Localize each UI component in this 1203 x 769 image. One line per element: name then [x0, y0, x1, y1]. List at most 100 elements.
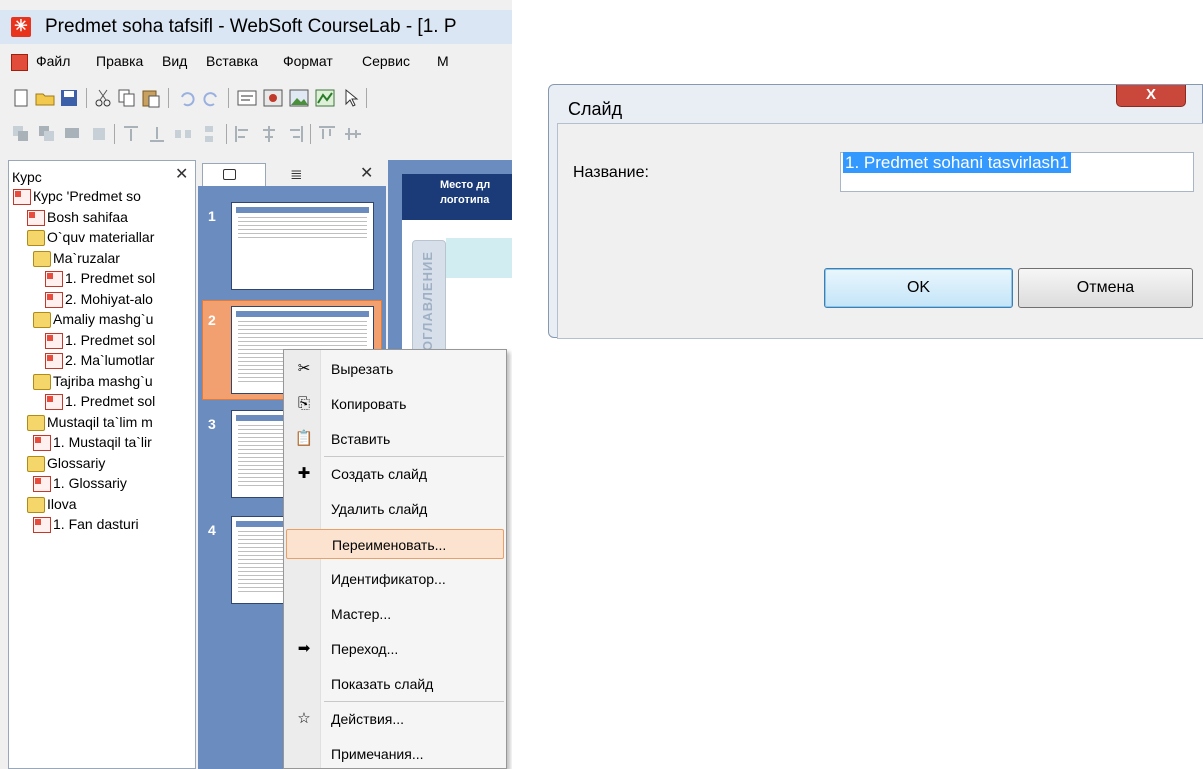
new-document-icon[interactable] [10, 87, 32, 109]
context-menu-item-label: Показать слайд [331, 676, 434, 692]
open-folder-icon[interactable] [34, 87, 56, 109]
actions-icon: ☆ [297, 710, 311, 727]
slides-panel-tabs: ≣ ✕ [198, 160, 386, 186]
tree-item[interactable]: Amaliy mashg`u [33, 310, 193, 330]
course-panel-header: Курс ✕ [9, 161, 195, 187]
tree-item[interactable]: 1. Fan dasturi [33, 515, 193, 535]
context-menu-item[interactable]: ➡ Переход... [286, 634, 504, 664]
tree-item[interactable]: O`quv materiallar [27, 228, 193, 248]
tree-item[interactable]: 1. Predmet sol [45, 269, 193, 289]
context-menu-item[interactable]: 📋 Вставить [286, 424, 504, 454]
pointer-icon[interactable] [340, 87, 362, 109]
context-menu-item[interactable]: Примечания... [286, 739, 504, 769]
cancel-button[interactable]: Отмена [1018, 268, 1193, 308]
context-menu-item[interactable]: ☆ Действия... [286, 704, 504, 734]
ok-button[interactable]: OK [824, 268, 1013, 308]
tree-item[interactable]: 1. Glossariy [33, 474, 193, 494]
menu-file[interactable]: Файл [36, 53, 70, 69]
context-menu-item[interactable]: Удалить слайд [286, 494, 504, 524]
save-icon[interactable] [58, 87, 80, 109]
context-menu-item[interactable]: ✚ Создать слайд [286, 459, 504, 489]
insert-text-icon[interactable] [236, 87, 258, 109]
context-menu-item-label: Идентификатор... [331, 571, 446, 587]
align-center-icon[interactable] [258, 123, 280, 145]
tree-item-label: Ma`ruzalar [53, 249, 120, 266]
tab-outline[interactable]: ≣ [290, 165, 303, 183]
context-menu-item-label: Удалить слайд [331, 501, 428, 517]
context-menu-item[interactable]: Мастер... [286, 599, 504, 629]
context-menu-item-label: Действия... [331, 711, 405, 727]
tree-item[interactable]: Tajriba mashg`u [33, 372, 193, 392]
slide-thumbnail-1[interactable] [231, 202, 374, 290]
tree-item[interactable]: Mustaqil ta`lim m [27, 413, 193, 433]
close-icon[interactable]: ✕ [175, 164, 188, 184]
align-bottom-icon[interactable] [146, 123, 168, 145]
copy-icon[interactable] [116, 87, 138, 109]
tree-item-label: 1. Glossariy [53, 475, 127, 491]
menu-view[interactable]: Вид [162, 53, 187, 69]
menu-insert[interactable]: Вставка [206, 53, 258, 69]
redo-icon[interactable] [200, 87, 222, 109]
cut-icon[interactable] [92, 87, 114, 109]
context-menu-item-label: Примечания... [331, 746, 424, 762]
context-menu-item[interactable]: Переименовать... [286, 529, 504, 559]
arrange-toolbar [0, 116, 512, 152]
send-backward-icon[interactable] [36, 123, 58, 145]
paste-icon[interactable] [140, 87, 162, 109]
tree-item[interactable]: 1. Predmet sol [45, 392, 193, 412]
align-left-icon[interactable] [232, 123, 254, 145]
close-icon[interactable]: ✕ [360, 163, 373, 183]
course-tree-panel: Курс ✕ Курс 'Predmet so Bosh sahifaa O`quv… [8, 160, 196, 769]
context-menu-item-label: Мастер... [331, 606, 392, 622]
context-menu-item[interactable]: ⎘ Копировать [286, 389, 504, 419]
send-to-back-icon[interactable] [88, 123, 110, 145]
insert-picture-icon[interactable] [288, 87, 310, 109]
copy-icon: ⎘ [297, 395, 310, 412]
tree-item-label: 1. Predmet sol [65, 331, 156, 348]
menu-format[interactable]: Формат [283, 53, 333, 69]
tree-item-label: 2. Ma`lumotlar [65, 352, 155, 368]
outline-list-icon: ≣ [290, 166, 303, 183]
page-icon [33, 476, 51, 492]
window-title: Predmet soha tafsifl - WebSoft CourseLab… [45, 16, 457, 37]
page-icon [45, 394, 63, 410]
name-label: Название: [573, 164, 649, 181]
context-menu-item[interactable]: Идентификатор... [286, 564, 504, 594]
context-menu-item[interactable]: Показать слайд [286, 669, 504, 699]
align-middle-icon[interactable] [342, 123, 364, 145]
tree-item-label: 1. Predmet sol [65, 270, 156, 286]
insert-object-icon[interactable] [314, 87, 336, 109]
courselab-logo-icon: ✳ [11, 17, 31, 37]
distribute-v-icon[interactable] [198, 123, 220, 145]
insert-image-icon[interactable] [262, 87, 284, 109]
context-menu-item[interactable]: ✂ Вырезать [286, 354, 504, 384]
document-menu-icon[interactable] [11, 54, 28, 71]
menu-edit[interactable]: Правка [96, 53, 143, 69]
bring-forward-icon[interactable] [10, 123, 32, 145]
bring-to-front-icon[interactable] [62, 123, 84, 145]
tree-item[interactable]: 2. Mohiyat-alo [45, 290, 193, 310]
page-icon [45, 353, 63, 369]
course-icon [13, 189, 31, 205]
align-top-edge-icon[interactable] [316, 123, 338, 145]
close-button[interactable]: X [1116, 85, 1186, 107]
undo-icon[interactable] [176, 87, 198, 109]
tree-item[interactable]: Курс 'Predmet so [13, 187, 193, 207]
menu-tools[interactable]: Сервис [362, 53, 410, 69]
align-right-icon[interactable] [284, 123, 306, 145]
tab-slides[interactable] [202, 163, 266, 186]
tree-item[interactable]: Ma`ruzalar [33, 249, 193, 269]
align-top-icon[interactable] [120, 123, 142, 145]
distribute-h-icon[interactable] [172, 123, 194, 145]
tree-item[interactable]: Bosh sahifaa [27, 208, 193, 228]
tree-item[interactable]: Ilova [27, 495, 193, 515]
menu-more[interactable]: М [437, 53, 449, 69]
name-input[interactable]: 1. Predmet sohani tasvirlash1 [840, 152, 1194, 192]
tree-item[interactable]: Glossariy [27, 454, 193, 474]
folder-icon [33, 312, 51, 328]
tree-item[interactable]: 2. Ma`lumotlar [45, 351, 193, 371]
slide-view-icon [223, 169, 236, 180]
context-menu-item-label: Создать слайд [331, 466, 428, 482]
tree-item[interactable]: 1. Mustaqil ta`lir [33, 433, 193, 453]
tree-item[interactable]: 1. Predmet sol [45, 331, 193, 351]
